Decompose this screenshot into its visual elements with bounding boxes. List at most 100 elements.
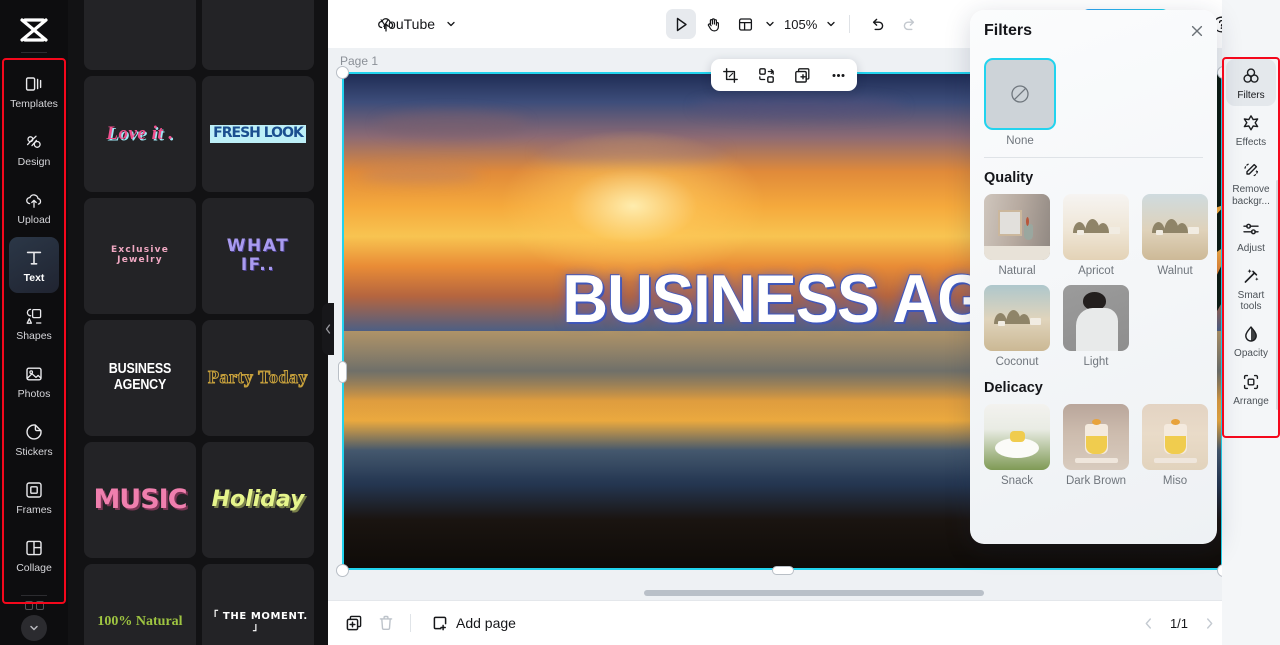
page-indicator: 1/1 xyxy=(1169,615,1189,631)
filter-item[interactable]: Light xyxy=(1063,285,1129,368)
layout-chevron-down-icon[interactable] xyxy=(764,18,776,30)
more-tools-icon-2[interactable] xyxy=(35,601,44,610)
redo-button[interactable] xyxy=(894,9,924,39)
filter-thumbnail[interactable] xyxy=(1063,404,1129,470)
zoom-level-label[interactable]: 105% xyxy=(784,17,817,32)
template-card[interactable]: Exclusive Jewelry xyxy=(84,198,196,314)
filter-item[interactable]: Coconut xyxy=(984,285,1050,368)
prev-page-button[interactable] xyxy=(1141,616,1156,631)
template-card[interactable] xyxy=(84,0,196,70)
right-rail-scrollbar[interactable] xyxy=(1276,180,1279,410)
resize-handle-bottom[interactable] xyxy=(772,566,794,575)
right-rail-item-filters[interactable]: Filters xyxy=(1226,59,1276,107)
template-card[interactable]: Holiday xyxy=(202,442,314,558)
filter-item[interactable]: Walnut xyxy=(1142,194,1208,277)
project-title-group[interactable]: YouTube xyxy=(380,16,457,32)
left-rail-bottom xyxy=(0,595,68,641)
filter-label: Snack xyxy=(1001,475,1033,487)
filter-section-grid: Natural Apricot Walnut Coconut Light xyxy=(984,194,1208,368)
filter-section-grid: Snack Dark Brown Miso xyxy=(984,404,1208,487)
template-card[interactable]: 「 THE MOMENT. 」 xyxy=(202,564,314,645)
sidebar-item-design[interactable]: Design xyxy=(9,121,59,177)
filter-thumbnail[interactable] xyxy=(984,404,1050,470)
zoom-chevron-down-icon[interactable] xyxy=(825,18,837,30)
rail-divider xyxy=(21,52,47,53)
delete-page-icon[interactable] xyxy=(372,609,400,637)
close-x-icon[interactable] xyxy=(1189,23,1205,39)
template-card[interactable]: WHAT IF.. xyxy=(202,198,314,314)
more-dots-icon[interactable] xyxy=(825,62,851,88)
cursor-arrow-icon[interactable] xyxy=(666,9,696,39)
sidebar-item-upload[interactable]: Upload xyxy=(9,179,59,235)
template-card[interactable] xyxy=(202,0,314,70)
collapse-rail-button[interactable] xyxy=(21,615,47,641)
sidebar-item-label: Photos xyxy=(17,387,51,400)
right-rail-item-label: Arrange xyxy=(1233,395,1269,407)
filter-thumbnail[interactable] xyxy=(1142,194,1208,260)
template-card-label: Holiday xyxy=(211,486,305,512)
sidebar-item-text[interactable]: Text xyxy=(9,237,59,293)
filter-label: Natural xyxy=(998,265,1036,277)
next-page-button[interactable] xyxy=(1202,616,1217,631)
filters-panel[interactable]: Filters None Quality Natural Apricot Walnut… xyxy=(970,10,1217,544)
filter-thumbnail[interactable] xyxy=(1063,285,1129,351)
filter-item[interactable]: Snack xyxy=(984,404,1050,487)
chevron-down-icon[interactable] xyxy=(445,18,457,30)
canvas-horizontal-scrollbar[interactable] xyxy=(644,590,984,596)
element-float-toolbar[interactable] xyxy=(711,59,857,91)
right-rail-item-opacity[interactable]: Opacity xyxy=(1226,317,1276,364)
sidebar-item-shapes[interactable]: Shapes xyxy=(9,295,59,351)
filter-item[interactable]: Natural xyxy=(984,194,1050,277)
template-card[interactable]: Love it . xyxy=(84,76,196,192)
text-templates-panel: Love it . FRESH LOOK Exclusive Jewelry WHAT… xyxy=(68,0,328,645)
sidebar-item-templates[interactable]: Templates xyxy=(9,63,59,119)
crop-icon[interactable] xyxy=(717,62,743,88)
duplicate-plus-icon[interactable] xyxy=(789,62,815,88)
add-page-button[interactable]: Add page xyxy=(431,614,516,632)
filter-item[interactable]: Apricot xyxy=(1063,194,1129,277)
right-rail-item-label: Filters xyxy=(1237,90,1265,101)
template-card[interactable]: MUSIC xyxy=(84,442,196,558)
panel-collapse-handle[interactable] xyxy=(322,303,334,355)
filter-thumbnail[interactable] xyxy=(1142,404,1208,470)
sidebar-item-frames[interactable]: Frames xyxy=(9,469,59,525)
resize-handle-bl[interactable] xyxy=(336,564,349,577)
right-rail-item-removebackgr[interactable]: Remove backgr... xyxy=(1226,153,1276,211)
resize-handle-tl[interactable] xyxy=(336,66,349,79)
no-filter-icon[interactable] xyxy=(984,58,1056,130)
filter-thumbnail[interactable] xyxy=(984,285,1050,351)
template-card[interactable]: 100% Natural xyxy=(84,564,196,645)
filters-panel-body[interactable]: None Quality Natural Apricot Walnut Coconut L… xyxy=(970,50,1217,544)
resize-handle-left[interactable] xyxy=(338,361,347,383)
layout-grid-icon[interactable] xyxy=(730,9,760,39)
sidebar-item-label: Templates xyxy=(10,97,58,110)
sidebar-item-label: Shapes xyxy=(16,329,52,342)
filter-thumbnail[interactable] xyxy=(984,194,1050,260)
filter-item[interactable]: Dark Brown xyxy=(1063,404,1129,487)
template-card[interactable]: Party Today xyxy=(202,320,314,436)
filter-item[interactable]: Miso xyxy=(1142,404,1208,487)
project-title: YouTube xyxy=(380,16,436,32)
sidebar-item-photos[interactable]: Photos xyxy=(9,353,59,409)
hand-icon[interactable] xyxy=(698,9,728,39)
more-tools-icon[interactable] xyxy=(24,601,33,610)
right-rail-item-effects[interactable]: Effects xyxy=(1226,106,1276,153)
sidebar-item-collage[interactable]: Collage xyxy=(9,527,59,583)
filter-thumbnail[interactable] xyxy=(1063,194,1129,260)
filter-none-item[interactable]: None xyxy=(984,58,1056,147)
template-card[interactable]: BUSINESS AGENCY xyxy=(84,320,196,436)
duplicate-page-icon[interactable] xyxy=(340,609,368,637)
filter-label: Dark Brown xyxy=(1065,475,1127,487)
right-rail-item-adjust[interactable]: Adjust xyxy=(1226,212,1276,259)
undo-button[interactable] xyxy=(862,9,892,39)
sidebar-item-stickers[interactable]: Stickers xyxy=(9,411,59,467)
frames-icon xyxy=(23,479,45,501)
swap-shapes-icon[interactable] xyxy=(753,62,779,88)
capcut-logo-icon[interactable] xyxy=(16,12,52,48)
right-rail-item-smarttools[interactable]: Smart tools xyxy=(1226,259,1276,317)
sidebar-item-label: Upload xyxy=(17,213,51,226)
remove-background-icon xyxy=(1240,159,1262,181)
right-rail-item-arrange[interactable]: Arrange xyxy=(1226,365,1276,412)
template-card[interactable]: FRESH LOOK xyxy=(202,76,314,192)
templates-icon xyxy=(23,73,45,95)
